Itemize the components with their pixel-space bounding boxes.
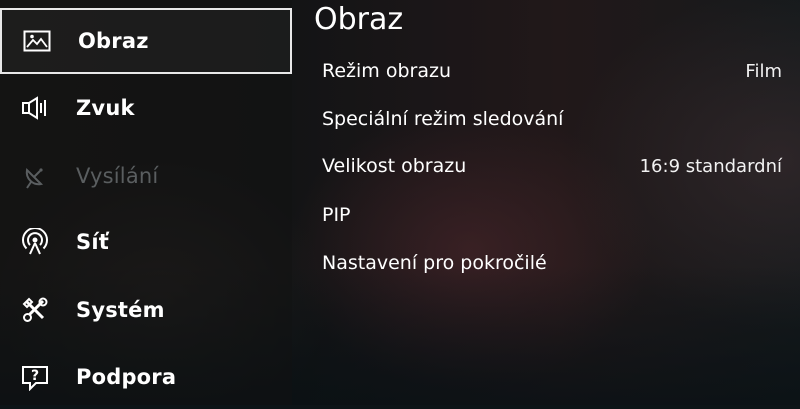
sidebar-item-label: Vysílání: [76, 164, 159, 188]
setting-value: 16:9 standardní: [639, 155, 782, 177]
tools-icon: [20, 295, 50, 325]
sidebar-item-system[interactable]: Systém: [0, 278, 292, 342]
sidebar-item-obraz[interactable]: Obraz: [0, 8, 292, 74]
setting-label: Nastavení pro pokročilé: [322, 252, 547, 274]
sidebar-item-vysilani[interactable]: Vysílání: [0, 144, 292, 208]
satellite-dish-icon: [20, 161, 50, 191]
sidebar-item-zvuk[interactable]: Zvuk: [0, 76, 292, 140]
setting-velikost-obrazu[interactable]: Velikost obrazu 16:9 standardní: [322, 151, 782, 181]
sidebar-item-label: Systém: [76, 298, 165, 322]
network-signal-icon: [20, 227, 50, 257]
setting-pip[interactable]: PIP: [322, 200, 782, 230]
speaker-icon: [20, 93, 50, 123]
setting-label: Režim obrazu: [322, 60, 451, 82]
sidebar-item-label: Podpora: [76, 365, 177, 389]
setting-label: PIP: [322, 204, 351, 226]
setting-pokrocile[interactable]: Nastavení pro pokročilé: [322, 248, 782, 278]
sidebar-item-podpora[interactable]: ? Podpora: [0, 345, 292, 409]
sidebar-item-sit[interactable]: Síť: [0, 210, 292, 274]
svg-text:?: ?: [31, 368, 39, 384]
setting-value: Film: [745, 60, 782, 82]
setting-specialni-rezim[interactable]: Speciální režim sledování: [322, 104, 782, 134]
setting-rezim-obrazu[interactable]: Režim obrazu Film: [322, 56, 782, 86]
page-title: Obraz: [314, 2, 404, 37]
settings-sidebar: Obraz Zvuk Vysílání Síť Systém ? Podpora: [0, 0, 292, 405]
setting-label: Velikost obrazu: [322, 155, 467, 177]
picture-icon: [22, 26, 52, 56]
support-question-icon: ?: [20, 362, 50, 392]
setting-label: Speciální režim sledování: [322, 108, 564, 130]
sidebar-item-label: Obraz: [78, 29, 149, 53]
sidebar-item-label: Síť: [76, 230, 109, 254]
sidebar-item-label: Zvuk: [76, 96, 135, 120]
